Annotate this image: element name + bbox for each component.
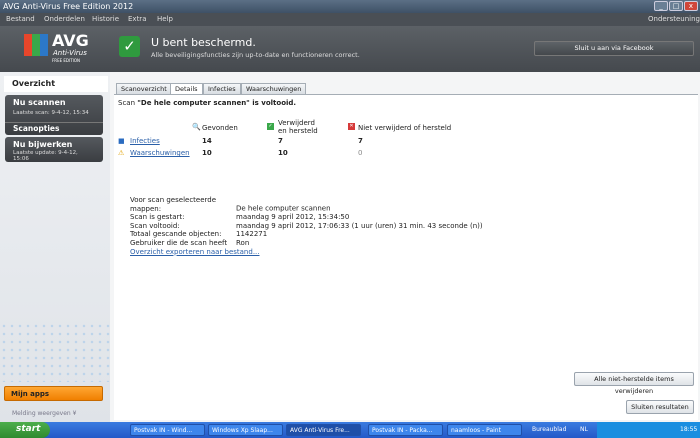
- infection-icon: ■: [118, 137, 125, 145]
- tab-waarschuwingen[interactable]: Waarschuwingen: [241, 83, 307, 94]
- warnings-removed: 10: [278, 149, 288, 157]
- menu-bestand[interactable]: Bestand: [6, 15, 35, 23]
- scan-now-label: Nu scannen: [13, 98, 66, 107]
- check-icon: ✓: [267, 123, 274, 130]
- sidebar-overview[interactable]: Overzicht: [4, 76, 108, 92]
- search-icon: 🔍: [192, 123, 201, 131]
- menu-extra[interactable]: Extra: [128, 15, 146, 23]
- menu-onderdelen[interactable]: Onderdelen: [44, 15, 85, 23]
- minimize-button[interactable]: _: [654, 1, 668, 11]
- logo-text: AVG: [52, 31, 89, 50]
- header: AVG Anti-Virus FREE EDITION ✓ U bent bes…: [0, 26, 700, 72]
- task-paint[interactable]: naamloos - Paint: [447, 424, 522, 436]
- task-avg[interactable]: AVG Anti-Virus Fre...: [286, 424, 361, 436]
- main-panel: Scanoverzicht Details Infecties Waarschu…: [110, 72, 700, 422]
- menu-historie[interactable]: Historie: [92, 15, 119, 23]
- logo-sub: Anti-Virus: [53, 49, 87, 57]
- warnings-not-removed: 0: [358, 149, 363, 157]
- last-scan: Laatste scan: 9-4-12, 15:34: [13, 110, 89, 116]
- window-title: AVG Anti-Virus Free Edition 2012: [3, 2, 134, 11]
- infections-link[interactable]: Infecties: [130, 137, 160, 145]
- tab-infecties[interactable]: Infecties: [203, 83, 241, 94]
- header-found: Gevonden: [202, 124, 238, 132]
- maximize-button[interactable]: □: [669, 1, 683, 11]
- details-content: Scan "De hele computer scannen" is volto…: [114, 94, 698, 420]
- warnings-link[interactable]: Waarschuwingen: [130, 149, 190, 157]
- show-notification-link[interactable]: Melding weergeven ¥: [12, 410, 76, 417]
- status-text: Alle beveiligingsfuncties zijn up-to-dat…: [151, 51, 360, 59]
- header-not-removed: Niet verwijderd of hersteld: [358, 124, 452, 132]
- menu-support[interactable]: Ondersteuning: [648, 15, 700, 23]
- logo-edition: FREE EDITION: [52, 58, 80, 63]
- export-link[interactable]: Overzicht exporteren naar bestand...: [130, 248, 483, 257]
- scan-details: Voor scan geselecteerde mappen: De hele c…: [130, 196, 483, 256]
- task-postvak-in[interactable]: Postvak IN - Wind...: [130, 424, 205, 436]
- infections-found: 14: [202, 137, 212, 145]
- desktop-toolbar[interactable]: Bureaublad: [532, 426, 566, 433]
- start-button[interactable]: start: [0, 422, 50, 438]
- warning-icon: ⚠: [118, 149, 125, 157]
- header-removed: Verwijderd en hersteld: [278, 119, 318, 135]
- close-results-button[interactable]: Sluiten resultaten: [626, 400, 694, 414]
- remove-all-button[interactable]: Alle niet-herstelde items verwijderen: [574, 372, 694, 395]
- scan-now-button[interactable]: Nu scannen Laatste scan: 9-4-12, 15:34 S…: [5, 95, 103, 135]
- warnings-found: 10: [202, 149, 212, 157]
- infections-removed: 7: [278, 137, 283, 145]
- sidebar: Overzicht Nu scannen Laatste scan: 9-4-1…: [0, 72, 110, 422]
- avg-logo-icon: [24, 34, 48, 56]
- check-shield-icon: ✓: [119, 36, 140, 57]
- task-windows-xp[interactable]: Windows Xp Slaap...: [208, 424, 283, 436]
- update-now-label: Nu bijwerken: [13, 140, 73, 149]
- decorative-dots: [0, 322, 110, 382]
- my-apps-button[interactable]: Mijn apps: [4, 386, 103, 401]
- status-title: U bent beschermd.: [151, 36, 256, 49]
- menu-help[interactable]: Help: [157, 15, 173, 23]
- scan-options-button[interactable]: Scanopties: [13, 124, 59, 133]
- close-button[interactable]: x: [684, 1, 698, 11]
- taskbar: start Postvak IN - Wind... Windows Xp Sl…: [0, 422, 700, 438]
- infections-not-removed: 7: [358, 137, 363, 145]
- facebook-button[interactable]: Sluit u aan via Facebook: [534, 41, 694, 56]
- language-indicator[interactable]: NL: [580, 426, 588, 433]
- scan-status: Scan "De hele computer scannen" is volto…: [118, 99, 297, 107]
- task-postvak-packa[interactable]: Postvak IN - Packa...: [368, 424, 443, 436]
- update-now-button[interactable]: Nu bijwerken Laatste update: 9-4-12, 15:…: [5, 137, 103, 162]
- cross-icon: ✕: [348, 123, 355, 130]
- title-bar: AVG Anti-Virus Free Edition 2012 _ □ x: [0, 0, 700, 13]
- menu-bar: Bestand Onderdelen Historie Extra Help O…: [0, 13, 700, 26]
- last-update: Laatste update: 9-4-12, 15:06: [13, 150, 78, 162]
- clock: 18:55: [680, 426, 698, 433]
- tab-scanoverzicht[interactable]: Scanoverzicht: [116, 83, 172, 94]
